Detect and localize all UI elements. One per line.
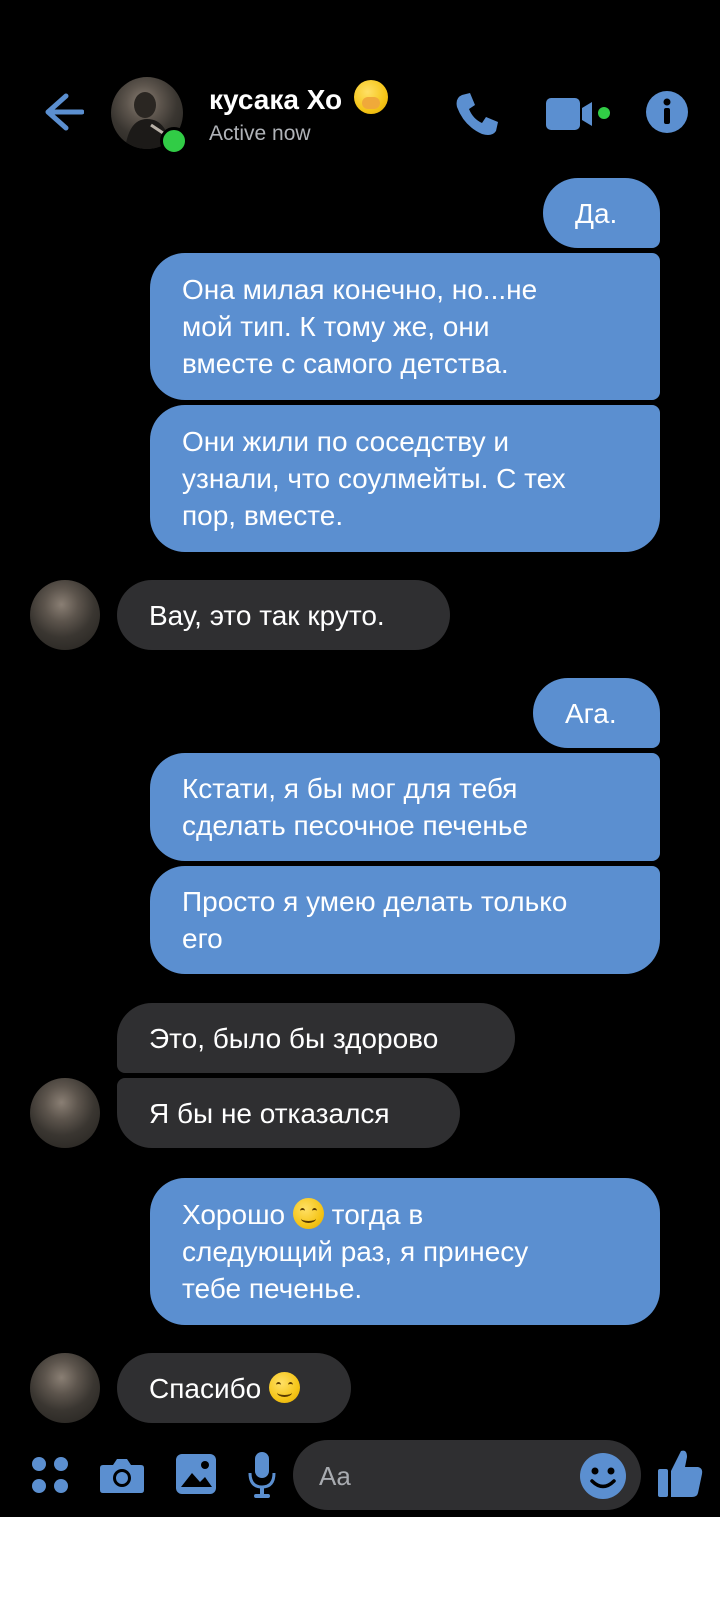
message-text: Они жили по соседству и узнали, что соул… (182, 426, 566, 531)
active-status-text: Active now (209, 122, 311, 145)
message-bubble-outgoing[interactable]: Кстати, я бы мог для тебя сделать песочн… (150, 753, 660, 861)
contact-avatar-small[interactable] (30, 1078, 100, 1148)
message-text: Просто я умею делать только его (182, 886, 568, 954)
message-bubble-outgoing[interactable]: Да. (543, 178, 660, 248)
message-bubble-outgoing[interactable]: Просто я умею делать только его (150, 866, 660, 974)
contact-name[interactable]: кусака Хо (209, 80, 388, 116)
active-status-dot (160, 127, 188, 155)
info-icon[interactable] (645, 90, 689, 134)
message-text: Вау, это так круто. (149, 599, 385, 631)
message-bubble-outgoing[interactable]: Ага. (533, 678, 660, 748)
message-text: Да. (575, 197, 618, 229)
message-text: Это, было бы здорово (149, 1022, 439, 1054)
hand-over-mouth-emoji (353, 80, 388, 114)
smiling-face-emoji (268, 1371, 300, 1403)
phone-icon[interactable] (452, 89, 502, 139)
message-text: Ага. (565, 697, 617, 729)
message-text-part: Хорошо (182, 1199, 293, 1230)
message-bubble-outgoing[interactable]: Она милая конечно, но...не мой тип. К то… (150, 253, 660, 400)
message-input[interactable] (317, 1440, 571, 1512)
message-bubble-incoming[interactable]: Спасибо (117, 1353, 351, 1423)
video-camera-icon[interactable] (546, 96, 626, 132)
system-bottom-area (0, 1517, 720, 1600)
message-bubble-incoming[interactable]: Я бы не отказался (117, 1078, 460, 1148)
contact-avatar-small[interactable] (30, 580, 100, 650)
message-text: Я бы не отказался (149, 1097, 390, 1129)
camera-icon[interactable] (99, 1455, 145, 1495)
image-icon[interactable] (175, 1453, 217, 1495)
message-bubble-incoming[interactable]: Это, было бы здорово (117, 1003, 515, 1073)
smiley-icon[interactable] (579, 1452, 627, 1500)
microphone-icon[interactable] (247, 1451, 277, 1499)
message-text: Она милая конечно, но...не мой тип. К то… (182, 274, 538, 379)
message-text: Спасибо (149, 1370, 300, 1407)
message-bubble-outgoing[interactable]: Они жили по соседству и узнали, что соул… (150, 405, 660, 552)
message-text-part: Спасибо (149, 1372, 269, 1404)
back-arrow-icon[interactable] (40, 90, 85, 134)
message-bubble-incoming[interactable]: Вау, это так круто. (117, 580, 450, 650)
thumbs-up-icon[interactable] (657, 1447, 703, 1499)
message-text: Хорошо тогда в следующий раз, я принесу … (182, 1196, 528, 1307)
four-dots-icon[interactable] (30, 1455, 70, 1495)
message-bubble-outgoing[interactable]: Хорошо тогда в следующий раз, я принесу … (150, 1178, 660, 1325)
message-text: Кстати, я бы мог для тебя сделать песочн… (182, 773, 529, 841)
message-composer[interactable] (293, 1440, 641, 1512)
contact-name-text: кусака Хо (209, 84, 343, 115)
messenger-chat-screen: кусака Хо Active now Да. Она милая конеч… (0, 0, 720, 1517)
smiling-face-emoji (292, 1198, 324, 1229)
contact-avatar-small[interactable] (30, 1353, 100, 1423)
